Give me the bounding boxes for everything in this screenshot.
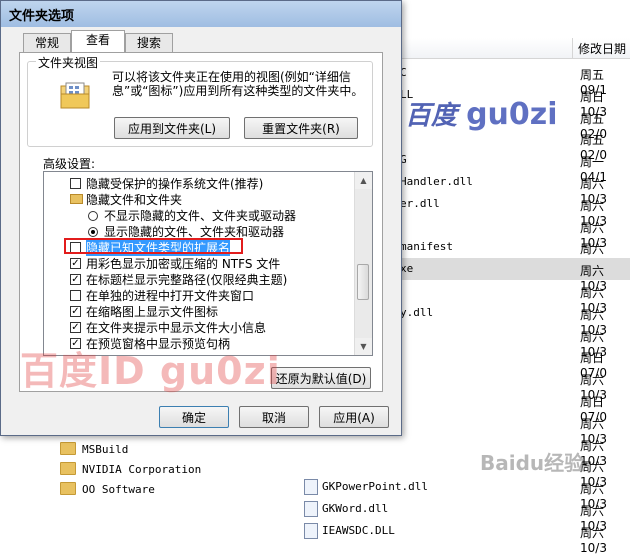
folder-name: MSBuild <box>82 443 129 456</box>
setting-label: 在缩略图上显示文件图标 <box>86 305 219 319</box>
scrollbar[interactable]: ▲ ▼ <box>354 172 372 355</box>
setting-radio[interactable] <box>88 227 98 237</box>
file-row[interactable]: 周日 07/0 <box>400 389 630 424</box>
file-date: 周六 10/3 <box>580 525 607 555</box>
setting-label: 用彩色显示加密或压缩的 NTFS 文件 <box>86 257 281 271</box>
scroll-up-icon[interactable]: ▲ <box>355 172 372 189</box>
file-name: Handler.dll <box>400 175 473 188</box>
setting-checkbox[interactable]: ✓ <box>70 322 81 333</box>
cancel-button[interactable]: 取消 <box>239 406 309 428</box>
setting-checkbox[interactable] <box>70 178 81 189</box>
file-row[interactable]: er.dll 周六 10/3 <box>400 193 630 228</box>
watermark-top: 百度 gu0zi <box>405 97 558 132</box>
file-row[interactable]: G 周一 04/1 <box>400 149 630 184</box>
folder-icon <box>60 462 76 475</box>
dll-file-icon <box>304 479 318 496</box>
apply-button[interactable]: 应用(A) <box>319 406 389 428</box>
advanced-setting-item[interactable]: ✓ 在缩略图上显示文件图标 <box>44 304 356 320</box>
setting-checkbox[interactable]: ✓ <box>70 306 81 317</box>
dll-file-icon <box>304 522 318 539</box>
file-row[interactable]: 周六 10/3 <box>400 367 630 402</box>
file-name: y.dll <box>400 305 434 319</box>
dialog-title: 文件夹选项 <box>9 9 75 24</box>
setting-label: 在标题栏显示完整路径(仅限经典主题) <box>86 273 288 287</box>
file-name: GKWord.dll <box>322 502 389 515</box>
setting-radio[interactable] <box>88 211 98 221</box>
folder-tree-item[interactable]: MSBuild <box>60 442 128 462</box>
file-row[interactable]: manifest周六 10/3 <box>400 236 630 271</box>
folder-views-description: 可以将该文件夹正在使用的视图(例如“详细信息”或“图标”)应用到所有这种类型的文… <box>112 70 364 98</box>
dll-file-icon <box>304 501 318 517</box>
folder-views-legend: 文件夹视图 <box>36 54 101 71</box>
setting-label: 不显示隐藏的文件、文件夹或驱动器 <box>104 209 297 223</box>
file-row[interactable]: Handler.dll 周六 10/3 <box>400 171 630 206</box>
file-row[interactable]: 周六 10/3 <box>400 324 630 359</box>
tab-general[interactable]: 常规 <box>23 33 71 52</box>
tab-view[interactable]: 查看 <box>71 30 125 52</box>
advanced-settings-label: 高级设置: <box>43 157 96 171</box>
file-name: manifest <box>400 240 453 254</box>
folder-name: OO Software <box>82 483 155 496</box>
setting-checkbox[interactable]: ✓ <box>70 258 81 269</box>
setting-checkbox[interactable]: ✓ <box>70 274 81 285</box>
file-name: er.dll <box>400 196 440 210</box>
baidu-watermark: Baidu经验 <box>480 451 585 475</box>
folder-tree-item[interactable]: NVIDIA Corporation <box>60 462 201 482</box>
column-separator[interactable] <box>572 38 573 58</box>
folder-views-group: 文件夹视图 可以将该文件夹正在使用的视图(例如“详细信息”或“图标”)应用到所有… <box>27 54 373 147</box>
folder-icon <box>60 442 76 455</box>
advanced-setting-item[interactable]: ✓ 在标题栏显示完整路径(仅限经典主题) <box>44 272 356 288</box>
dialog-titlebar[interactable]: 文件夹选项 <box>1 1 401 27</box>
advanced-setting-item[interactable]: ✓ 在文件夹提示中显示文件大小信息 <box>44 320 356 336</box>
file-row[interactable]: 周六 10/3 <box>400 280 630 315</box>
scroll-down-icon[interactable]: ▼ <box>355 338 372 355</box>
setting-label: 在单独的进程中打开文件夹窗口 <box>86 289 255 303</box>
restore-defaults-button[interactable]: 还原为默认值(D) <box>271 367 371 389</box>
advanced-setting-item[interactable]: 隐藏文件和文件夹 <box>44 192 356 208</box>
column-header[interactable]: 修改日期 <box>400 38 630 59</box>
advanced-setting-item[interactable]: 不显示隐藏的文件、文件夹或驱动器 <box>44 208 356 224</box>
setting-label: 在文件夹提示中显示文件大小信息 <box>86 321 267 335</box>
file-row[interactable]: C 周五 09/1 <box>400 62 630 97</box>
file-row[interactable]: xe 周六 10/3 <box>400 258 630 293</box>
column-header-date[interactable]: 修改日期 <box>578 40 626 57</box>
file-name: GKPowerPoint.dll <box>322 480 428 494</box>
file-row[interactable]: IEAWSDC.DLL 周六 10/3 <box>304 520 630 555</box>
file-row[interactable]: 周六 10/3 <box>400 215 630 250</box>
folder-view-icon <box>60 82 90 109</box>
apply-to-folders-button[interactable]: 应用到文件夹(L) <box>114 117 230 139</box>
file-row[interactable]: GKPowerPoint.dll 周六 10/3 <box>304 476 630 511</box>
ok-button[interactable]: 确定 <box>159 406 229 428</box>
file-row[interactable]: GKWord.dll 周六 10/3 <box>304 498 630 533</box>
advanced-setting-item[interactable]: 在单独的进程中打开文件夹窗口 <box>44 288 356 304</box>
folder-icon <box>60 482 76 495</box>
advanced-setting-item[interactable]: ✓ 用彩色显示加密或压缩的 NTFS 文件 <box>44 256 356 272</box>
scroll-thumb[interactable] <box>357 264 369 300</box>
tab-search[interactable]: 搜索 <box>125 33 173 52</box>
watermark-bottom: 百度ID gu0zi <box>20 349 281 393</box>
setting-label: 隐藏受保护的操作系统文件(推荐) <box>86 177 264 191</box>
reset-folders-button[interactable]: 重置文件夹(R) <box>244 117 358 139</box>
advanced-settings-list[interactable]: 隐藏受保护的操作系统文件(推荐) 隐藏文件和文件夹不显示隐藏的文件、文件夹或驱动器… <box>43 171 373 356</box>
file-row[interactable]: 周六 10/3 <box>400 411 630 446</box>
advanced-setting-item[interactable]: 隐藏受保护的操作系统文件(推荐) <box>44 176 356 192</box>
file-row[interactable]: y.dll 周六 10/3 <box>400 302 630 337</box>
setting-checkbox[interactable] <box>70 290 81 301</box>
folder-tree-item[interactable]: OO Software <box>60 482 155 502</box>
file-name: IEAWSDC.DLL <box>322 523 395 537</box>
setting-label: 隐藏文件和文件夹 <box>86 193 183 207</box>
file-row[interactable]: 周日 07/0 <box>400 345 630 380</box>
highlight-box <box>64 238 243 254</box>
folder-name: NVIDIA Corporation <box>82 463 202 476</box>
folder-icon <box>70 194 83 204</box>
